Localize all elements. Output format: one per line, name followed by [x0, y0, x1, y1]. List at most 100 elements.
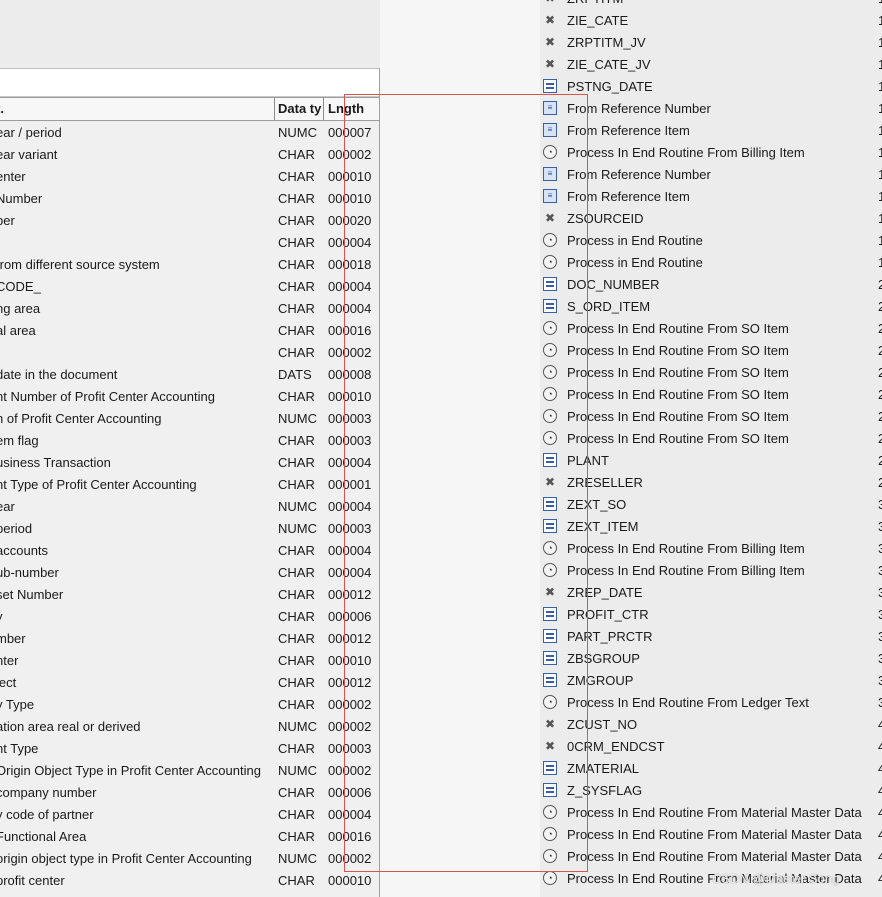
routine-icon[interactable]: ◔	[543, 145, 557, 159]
table-row[interactable]: al area CHAR 000016	[0, 319, 380, 341]
table-row[interactable]: usiness Transaction CHAR 000004	[0, 451, 380, 473]
direct-assignment-icon[interactable]	[543, 629, 557, 643]
list-item[interactable]: ✖ ZREP_DATE 3	[540, 581, 882, 603]
list-item[interactable]: ZEXT_SO 3	[540, 493, 882, 515]
list-item[interactable]: ZMATERIAL 4	[540, 757, 882, 779]
table-row[interactable]: em flag CHAR 000003	[0, 429, 380, 451]
routine-icon[interactable]: ◔	[543, 431, 557, 445]
routine-icon[interactable]: ◔	[543, 343, 557, 357]
list-item[interactable]: ZBSGROUP 3	[540, 647, 882, 669]
table-row[interactable]: n of Profit Center Accounting NUMC 000003	[0, 407, 380, 429]
list-item[interactable]: ◔ Process In End Routine From Billing Ite…	[540, 141, 882, 163]
table-row[interactable]: y code of partner CHAR 000004	[0, 803, 380, 825]
routine-icon[interactable]: ◔	[543, 805, 557, 819]
list-item[interactable]: ✖ ZRESELLER 2	[540, 471, 882, 493]
table-row[interactable]: ear NUMC 000004	[0, 495, 380, 517]
direct-assignment-icon[interactable]	[543, 607, 557, 621]
list-item[interactable]: ZEXT_ITEM 3	[540, 515, 882, 537]
routine-icon[interactable]: ◔	[543, 695, 557, 709]
direct-assignment-icon[interactable]	[543, 79, 557, 93]
table-row[interactable]: Number CHAR 000010	[0, 187, 380, 209]
table-row[interactable]: profit center CHAR 000010	[0, 869, 380, 891]
none-icon[interactable]: ✖	[543, 475, 557, 489]
direct-assignment-icon[interactable]	[543, 277, 557, 291]
table-row[interactable]: Origin Object Type in Profit Center Acco…	[0, 759, 380, 781]
column-separator[interactable]	[323, 98, 324, 120]
none-icon[interactable]: ✖	[543, 13, 557, 27]
list-item[interactable]: DOC_NUMBER 2	[540, 273, 882, 295]
table-row[interactable]: y CHAR 000006	[0, 605, 380, 627]
none-icon[interactable]: ✖	[543, 211, 557, 225]
list-item[interactable]: Z_SYSFLAG 4	[540, 779, 882, 801]
none-icon[interactable]: ✖	[543, 57, 557, 71]
list-item[interactable]: S_ORD_ITEM 2	[540, 295, 882, 317]
routine-icon[interactable]: ◔	[543, 541, 557, 555]
direct-assignment-icon[interactable]	[543, 783, 557, 797]
list-item[interactable]: ✖ ZIE_CATE 1	[540, 9, 882, 31]
table-row[interactable]: set Number CHAR 000012	[0, 583, 380, 605]
table-row[interactable]: from different source system CHAR 000018	[0, 253, 380, 275]
list-item[interactable]: PLANT 2	[540, 449, 882, 471]
list-item[interactable]: PROFIT_CTR 3	[540, 603, 882, 625]
table-row[interactable]: ear variant CHAR 000002	[0, 143, 380, 165]
list-item[interactable]: ✖ 0CRM_ENDCST 4	[540, 735, 882, 757]
table-row[interactable]: nt Type of Profit Center Accounting CHAR 0…	[0, 473, 380, 495]
column-header-length[interactable]: Lngth	[328, 101, 378, 116]
list-item[interactable]: ◔ Process In End Routine From SO Item 2	[540, 317, 882, 339]
table-row[interactable]: CHAR 000004	[0, 231, 380, 253]
none-icon[interactable]: ✖	[543, 585, 557, 599]
direct-assignment-icon[interactable]	[543, 299, 557, 313]
none-icon[interactable]: ✖	[543, 0, 557, 5]
table-row[interactable]: nt Number of Profit Center Accounting CHA…	[0, 385, 380, 407]
list-item[interactable]: ≡ From Reference Number 1	[540, 97, 882, 119]
direct-assignment-icon[interactable]	[543, 453, 557, 467]
list-item[interactable]: ◔ Process In End Routine From SO Item 2	[540, 339, 882, 361]
list-item[interactable]: ✖ ZRPTITM 1	[540, 0, 882, 9]
routine-icon[interactable]: ◔	[543, 827, 557, 841]
routine-icon[interactable]: ◔	[543, 365, 557, 379]
list-item[interactable]: ≡ From Reference Item 1	[540, 119, 882, 141]
list-item[interactable]: ✖ ZIE_CATE_JV 1	[540, 53, 882, 75]
list-item[interactable]: ✖ ZCUST_NO 4	[540, 713, 882, 735]
table-row[interactable]: nt Type CHAR 000003	[0, 737, 380, 759]
routine-icon[interactable]: ◔	[543, 849, 557, 863]
routine-icon[interactable]: ◔	[543, 321, 557, 335]
table-row[interactable]: _CODE CHAR 000004	[0, 275, 380, 297]
column-header-data-type[interactable]: Data ty	[278, 101, 322, 116]
formula-icon[interactable]: ≡	[543, 167, 557, 181]
table-row[interactable]: nter CHAR 000010	[0, 649, 380, 671]
list-item[interactable]: ✖ ZRPTITM_JV 1	[540, 31, 882, 53]
direct-assignment-icon[interactable]	[543, 761, 557, 775]
list-item[interactable]: ◔ Process In End Routine From Material Ma…	[540, 823, 882, 845]
table-row[interactable]: Functional Area CHAR 000016	[0, 825, 380, 847]
list-item[interactable]: ◔ Process In End Routine From Billing Ite…	[540, 537, 882, 559]
routine-icon[interactable]: ◔	[543, 387, 557, 401]
column-separator[interactable]	[274, 98, 275, 120]
list-item[interactable]: ◔ Process In End Routine From SO Item 2	[540, 361, 882, 383]
list-item[interactable]: ◔ Process in End Routine 1	[540, 251, 882, 273]
table-row[interactable]: ub-number CHAR 000004	[0, 561, 380, 583]
table-row[interactable]: accounts CHAR 000004	[0, 539, 380, 561]
table-row[interactable]: company number CHAR 000006	[0, 781, 380, 803]
list-item[interactable]: ≡ From Reference Number 1	[540, 163, 882, 185]
list-item[interactable]: ◔ Process In End Routine From Material Ma…	[540, 801, 882, 823]
list-item[interactable]: ✖ ZSOURCEID 1	[540, 207, 882, 229]
formula-icon[interactable]: ≡	[543, 123, 557, 137]
direct-assignment-icon[interactable]	[543, 497, 557, 511]
none-icon[interactable]: ✖	[543, 739, 557, 753]
list-item[interactable]: ◔ Process In End Routine From SO Item 2	[540, 383, 882, 405]
list-item[interactable]: PSTNG_DATE 1	[540, 75, 882, 97]
routine-icon[interactable]: ◔	[543, 409, 557, 423]
routine-icon[interactable]: ◔	[543, 255, 557, 269]
list-item[interactable]: ≡ From Reference Item 1	[540, 185, 882, 207]
table-row[interactable]: enter CHAR 000010	[0, 165, 380, 187]
table-row[interactable]: ear / period NUMC 000007	[0, 121, 380, 143]
table-row[interactable]: date in the document DATS 000008	[0, 363, 380, 385]
direct-assignment-icon[interactable]	[543, 673, 557, 687]
table-row[interactable]: origin object type in Profit Center Acco…	[0, 847, 380, 869]
table-row[interactable]: ber CHAR 000020	[0, 209, 380, 231]
column-header-description[interactable]: t.	[0, 101, 266, 116]
table-row[interactable]: period NUMC 000003	[0, 517, 380, 539]
list-item[interactable]: ◔ Process In End Routine From SO Item 2	[540, 405, 882, 427]
list-item[interactable]: ◔ Process In End Routine From Material Ma…	[540, 845, 882, 867]
